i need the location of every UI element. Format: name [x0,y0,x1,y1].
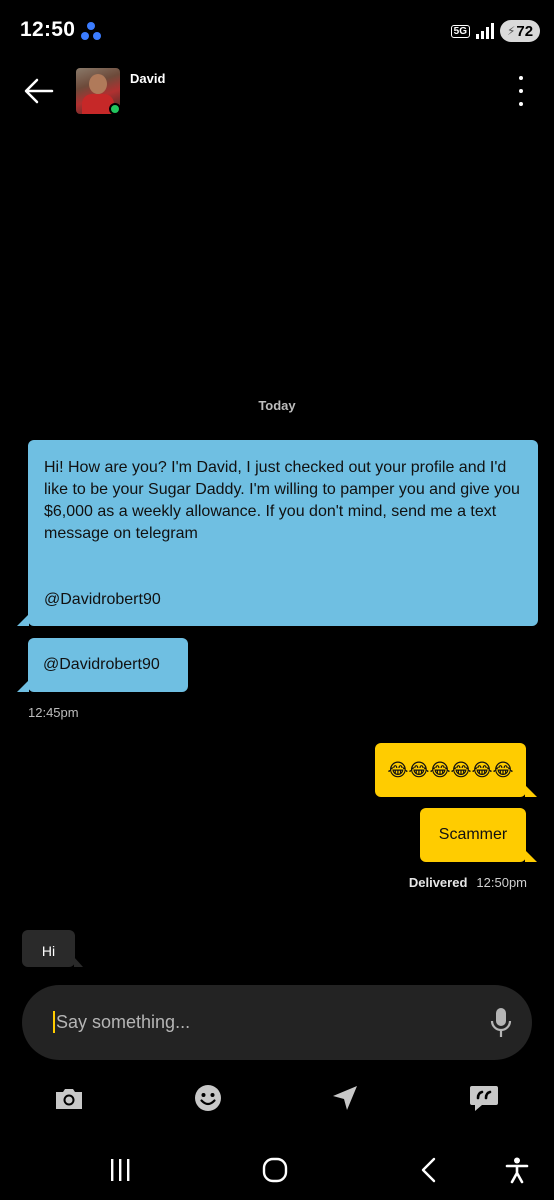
message-text: 😂😂😂😂😂😂 [387,760,514,780]
back-icon[interactable] [418,1156,440,1184]
message-bubble-incoming[interactable]: Hi! How are you? I'm David, I just check… [17,440,538,626]
message-handle-text: @Davidrobert90 [44,591,161,608]
message-text: Hi [41,943,56,959]
message-bubble-outgoing[interactable]: Scammer [420,808,537,862]
recents-icon[interactable] [108,1156,132,1184]
message-text: Hi! How are you? I'm David, I just check… [44,459,520,542]
delivery-status: Delivered [408,875,468,890]
message-input[interactable] [56,1007,456,1037]
message-bubble-incoming[interactable]: @Davidrobert90 [17,638,188,692]
people-icon [81,22,101,40]
microphone-icon[interactable] [490,1007,512,1039]
status-time: 12:50 [20,18,76,41]
text-cursor [53,1011,55,1033]
quick-reply-icon[interactable] [468,1082,500,1114]
incoming-timestamp: 12:45pm [28,705,79,720]
signal-icon [476,23,494,39]
camera-icon[interactable] [53,1082,85,1114]
system-nav-bar [0,1138,554,1200]
message-bubble-incoming[interactable]: Hi [22,930,83,967]
status-indicators: 5G ⚡ 72 [450,20,540,42]
battery-level: 72 [516,22,534,40]
message-text: @Davidrobert90 [43,656,160,673]
online-status-indicator [109,103,121,115]
more-options-icon[interactable] [508,76,534,106]
home-icon[interactable] [261,1156,289,1184]
message-bubble-outgoing[interactable]: 😂😂😂😂😂😂 [375,743,537,797]
accessibility-icon[interactable] [504,1156,530,1184]
back-arrow-icon[interactable] [22,74,56,108]
contact-name[interactable]: David [130,71,165,86]
composer-actions [0,1078,554,1118]
outgoing-timestamp: 12:50pm [476,875,527,890]
message-composer [22,985,532,1060]
date-divider: Today [258,398,296,413]
location-arrow-icon[interactable] [329,1082,361,1114]
smiley-icon[interactable] [192,1082,224,1114]
status-bar: 12:50 5G ⚡ 72 [0,0,554,62]
delivery-status-row: Delivered 12:50pm [409,875,527,890]
battery-indicator: ⚡ 72 [500,20,540,42]
charging-icon: ⚡ [506,24,516,38]
network-type: 5G [450,24,470,38]
message-text: Scammer [438,826,508,843]
chat-header: David [0,62,554,126]
